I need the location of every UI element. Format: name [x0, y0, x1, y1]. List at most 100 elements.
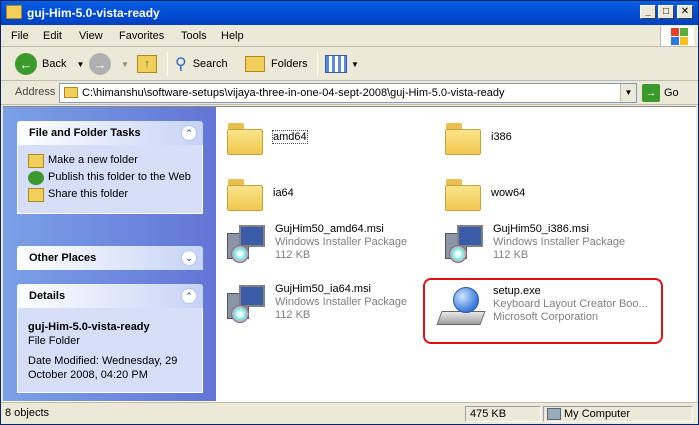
- folder-name: wow64: [491, 187, 526, 199]
- installer-package-icon: [225, 223, 269, 267]
- file-item-i386-msi[interactable]: GujHim50_i386.msi Windows Installer Pack…: [443, 223, 625, 267]
- folder-icon: [443, 121, 483, 157]
- back-button[interactable]: ← Back ▼: [15, 53, 84, 75]
- windows-logo-icon: [660, 26, 694, 46]
- file-size: 112 KB: [493, 249, 529, 261]
- maximize-button[interactable]: □: [658, 5, 674, 19]
- close-button[interactable]: ✕: [677, 5, 693, 19]
- panel-body: guj-Him-5.0-vista-ready File Folder Date…: [17, 308, 203, 393]
- panel-title: File and Folder Tasks: [29, 127, 141, 139]
- go-button[interactable]: → Go: [642, 84, 679, 102]
- chevron-down-icon: ▼: [351, 59, 359, 69]
- folders-label: Folders: [271, 58, 308, 70]
- minimize-button[interactable]: _: [640, 5, 656, 19]
- file-item-amd64-msi[interactable]: GujHim50_amd64.msi Windows Installer Pac…: [225, 223, 407, 267]
- address-text: C:\himanshu\software-setups\vijaya-three…: [82, 87, 505, 99]
- forward-arrow-icon: →: [89, 53, 111, 75]
- menu-favorites[interactable]: Favorites: [119, 30, 164, 42]
- toolbar-separator: [317, 52, 318, 76]
- task-make-new-folder[interactable]: Make a new folder: [28, 154, 192, 168]
- task-label: Make a new folder: [48, 154, 138, 166]
- folder-item-wow64[interactable]: wow64: [443, 177, 525, 213]
- file-info: GujHim50_i386.msi Windows Installer Pack…: [493, 223, 625, 262]
- folders-button[interactable]: Folders: [245, 53, 308, 75]
- folder-icon: [225, 121, 265, 157]
- folder-item-ia64[interactable]: ia64: [225, 177, 294, 213]
- chevron-down-icon: ▼: [76, 59, 85, 69]
- chevron-down-icon: ▼: [121, 59, 129, 69]
- chevron-down-icon[interactable]: ⌄: [181, 250, 197, 266]
- chevron-up-icon[interactable]: ⌃: [181, 125, 197, 141]
- folder-icon: [6, 5, 22, 19]
- back-arrow-icon: ←: [15, 53, 37, 75]
- menu-bar: File Edit View Favorites Tools Help: [1, 25, 698, 47]
- folder-name: amd64: [272, 130, 308, 144]
- folder-icon: [443, 177, 483, 213]
- details-type: File Folder: [28, 335, 80, 347]
- search-label: Search: [192, 58, 228, 70]
- highlight-annotation: [423, 278, 663, 344]
- task-publish-folder[interactable]: Publish this folder to the Web: [28, 171, 192, 185]
- chevron-up-icon[interactable]: ⌃: [181, 288, 197, 304]
- toolbar: ← Back ▼ → ▼ ↑ ⚲ Search Folders ▼: [1, 47, 698, 81]
- folder-icon: [64, 87, 78, 98]
- status-zone: My Computer: [543, 406, 693, 422]
- title-bar[interactable]: guj-Him-5.0-vista-ready _ □ ✕: [1, 1, 698, 25]
- file-name: GujHim50_i386.msi: [493, 223, 589, 235]
- folder-icon: [225, 177, 265, 213]
- status-size: 475 KB: [465, 406, 541, 422]
- panel-header[interactable]: Other Places ⌄: [17, 246, 203, 270]
- file-info: GujHim50_amd64.msi Windows Installer Pac…: [275, 223, 407, 262]
- search-button[interactable]: ⚲ Search: [175, 53, 228, 75]
- other-places-panel: Other Places ⌄: [17, 246, 203, 270]
- status-bar: 8 objects 475 KB My Computer: [1, 402, 698, 424]
- address-input[interactable]: C:\himanshu\software-setups\vijaya-three…: [59, 83, 637, 103]
- installer-package-icon: [443, 223, 487, 267]
- up-folder-button[interactable]: ↑: [137, 53, 157, 75]
- menu-help[interactable]: Help: [221, 30, 244, 42]
- file-name: GujHim50_amd64.msi: [275, 223, 384, 235]
- go-label: Go: [664, 87, 679, 99]
- file-item-ia64-msi[interactable]: GujHim50_ia64.msi Windows Installer Pack…: [225, 283, 407, 327]
- folder-item-amd64[interactable]: amd64: [225, 121, 308, 157]
- up-folder-icon: ↑: [137, 55, 157, 73]
- file-type: Windows Installer Package: [275, 236, 408, 248]
- menu-edit[interactable]: Edit: [43, 30, 62, 42]
- panel-body: Make a new folder Publish this folder to…: [17, 145, 203, 214]
- folders-icon: [245, 56, 265, 72]
- task-label: Share this folder: [48, 188, 129, 200]
- file-name: GujHim50_ia64.msi: [275, 283, 371, 295]
- task-pane: File and Folder Tasks ⌃ Make a new folde…: [3, 107, 216, 401]
- file-type: Windows Installer Package: [493, 236, 626, 248]
- panel-header[interactable]: Details ⌃: [17, 284, 203, 308]
- folder-name: i386: [491, 131, 512, 143]
- file-size: 112 KB: [275, 249, 311, 261]
- file-info: GujHim50_ia64.msi Windows Installer Pack…: [275, 283, 407, 322]
- task-share-folder[interactable]: Share this folder: [28, 188, 192, 202]
- back-label: Back: [42, 58, 67, 70]
- toolbar-separator: [167, 52, 168, 76]
- details-modified: Date Modified: Wednesday, 29 October 200…: [28, 355, 178, 381]
- menu-file[interactable]: File: [11, 30, 29, 42]
- menu-view[interactable]: View: [79, 30, 103, 42]
- status-object-count: 8 objects: [5, 407, 50, 419]
- address-dropdown-button[interactable]: ▼: [620, 84, 636, 102]
- content-area: File and Folder Tasks ⌃ Make a new folde…: [3, 106, 696, 402]
- window-title: guj-Him-5.0-vista-ready: [27, 6, 160, 20]
- panel-header[interactable]: File and Folder Tasks ⌃: [17, 121, 203, 145]
- forward-button[interactable]: → ▼: [89, 53, 129, 75]
- details-name: guj-Him-5.0-vista-ready: [28, 321, 150, 333]
- folder-name: ia64: [273, 187, 294, 199]
- panel-title: Other Places: [29, 252, 97, 264]
- views-button[interactable]: ▼: [325, 53, 359, 75]
- menu-tools[interactable]: Tools: [181, 30, 207, 42]
- share-folder-icon: [28, 188, 44, 202]
- views-icon: [325, 55, 347, 73]
- file-size: 112 KB: [275, 309, 311, 321]
- go-arrow-icon: →: [642, 84, 660, 102]
- folder-item-i386[interactable]: i386: [443, 121, 512, 157]
- file-folder-tasks-panel: File and Folder Tasks ⌃ Make a new folde…: [17, 121, 203, 214]
- new-folder-icon: [28, 154, 44, 168]
- publish-web-icon: [28, 171, 44, 185]
- explorer-window: guj-Him-5.0-vista-ready _ □ ✕ File Edit …: [0, 0, 699, 425]
